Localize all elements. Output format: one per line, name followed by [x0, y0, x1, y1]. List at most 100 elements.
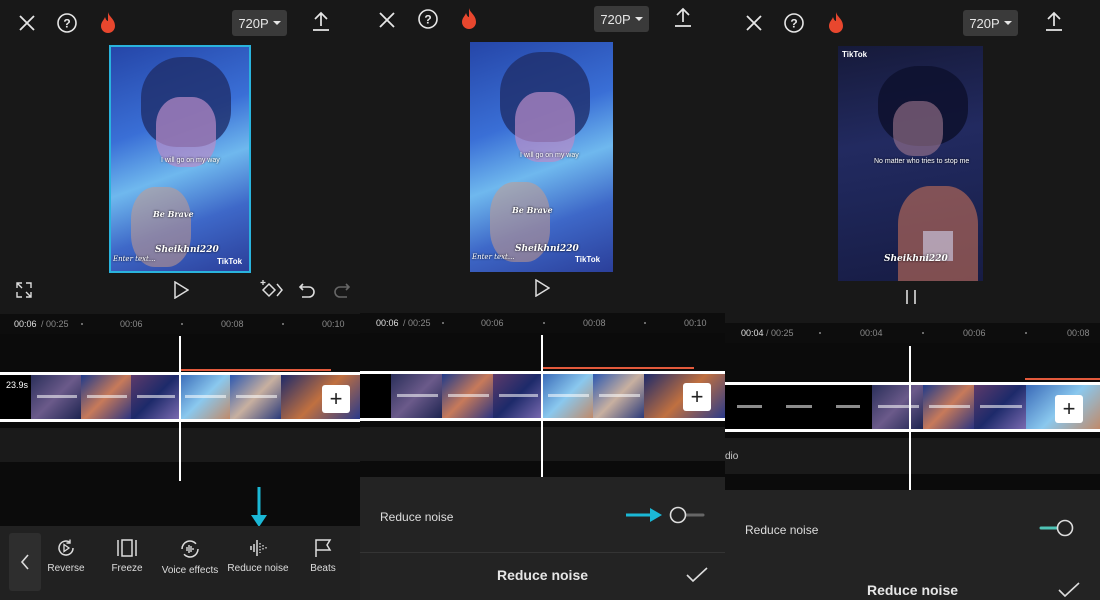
- timeline-tracks[interactable]: 23.9s +: [0, 334, 360, 526]
- playhead[interactable]: [179, 336, 181, 481]
- clip-thumbnail: [593, 374, 644, 418]
- arrow-right-icon: [625, 507, 665, 523]
- timeline-ruler[interactable]: 00:06 / 00:25 00:06 00:08 00:10: [360, 313, 725, 333]
- flame-icon[interactable]: [97, 10, 119, 36]
- video-clip-strip[interactable]: [725, 382, 1100, 432]
- close-icon[interactable]: [16, 12, 38, 34]
- export-icon[interactable]: [1043, 10, 1065, 32]
- tool-label: Reverse: [47, 563, 85, 574]
- redo-icon[interactable]: [331, 279, 353, 301]
- ruler-dot: [819, 332, 821, 334]
- current-time: 00:06: [14, 319, 37, 329]
- flame-icon[interactable]: [825, 10, 847, 36]
- tool-reduce-noise[interactable]: Reduce noise: [223, 538, 293, 574]
- ruler-tick: 00:04: [860, 328, 883, 338]
- close-icon[interactable]: [376, 9, 398, 31]
- tool-beats[interactable]: Beats: [288, 538, 358, 574]
- help-icon[interactable]: ?: [417, 8, 439, 30]
- tool-voice-effects[interactable]: Voice effects: [155, 538, 225, 576]
- tool-freeze[interactable]: Freeze: [92, 538, 162, 574]
- reduce-noise-toggle[interactable]: [1038, 518, 1076, 543]
- clip-thumbnail: [493, 374, 542, 418]
- clip-thumbnail: [542, 374, 593, 418]
- clip-thumbnail: [725, 385, 774, 429]
- flame-icon[interactable]: [458, 6, 480, 32]
- export-icon[interactable]: [672, 6, 694, 28]
- fullscreen-icon[interactable]: [14, 280, 34, 300]
- pause-icon[interactable]: [900, 287, 922, 307]
- keyframe-icon[interactable]: [259, 278, 283, 300]
- preview-caption-2: Be Brave: [153, 209, 194, 219]
- ruler-dot: [644, 322, 646, 324]
- video-preview[interactable]: TikTok No matter who tries to stop me Sh…: [838, 46, 983, 281]
- confirm-check-icon[interactable]: [1057, 580, 1081, 600]
- clip-thumbnail: [81, 375, 131, 419]
- tool-label: Freeze: [111, 563, 143, 574]
- clip-thumbnail: [442, 374, 493, 418]
- current-time: 00:06: [376, 318, 399, 328]
- resolution-label: 720P: [969, 15, 1000, 31]
- clip-thumbnail: [131, 375, 179, 419]
- playhead[interactable]: [541, 335, 543, 477]
- audio-track-lane[interactable]: dio: [725, 438, 1100, 474]
- clip-thumbnail: [824, 385, 872, 429]
- ruler-dot: [543, 322, 545, 324]
- enter-text-placeholder[interactable]: Enter text...: [472, 253, 515, 261]
- chevron-down-icon: [634, 17, 643, 21]
- ruler-dot: [282, 323, 284, 325]
- reduce-noise-option-label: Reduce noise: [380, 510, 454, 524]
- timeline-ruler[interactable]: 00:06 / 00:25 00:06 00:08 00:10: [0, 314, 360, 334]
- chevron-down-icon: [272, 21, 281, 25]
- reduce-noise-sheet: Reduce noise Reduce noise: [725, 490, 1100, 600]
- timeline-ruler[interactable]: 00:04 / 00:25 00:04 00:06 00:08: [725, 323, 1100, 343]
- audio-track-label: dio: [725, 451, 739, 462]
- total-time: / 00:25: [41, 319, 69, 329]
- svg-text:?: ?: [63, 17, 70, 31]
- total-time: / 00:25: [403, 318, 431, 328]
- confirm-check-icon[interactable]: [685, 565, 709, 585]
- enter-text-placeholder[interactable]: Enter text...: [113, 255, 156, 263]
- clip-thumbnail: [179, 375, 230, 419]
- add-clip-button[interactable]: +: [322, 385, 350, 413]
- resolution-dropdown[interactable]: 720P: [232, 10, 287, 36]
- tiktok-logo: TikTok: [842, 50, 868, 59]
- export-icon[interactable]: [310, 10, 332, 32]
- ruler-tick: 00:10: [684, 318, 707, 328]
- tool-reverse[interactable]: Reverse: [31, 538, 101, 574]
- chevron-down-icon: [1003, 21, 1012, 25]
- beats-icon: [315, 539, 332, 557]
- video-preview[interactable]: I will go on my way Be Brave Sheikhni220…: [470, 42, 613, 272]
- chevron-left-icon: [20, 554, 29, 570]
- help-icon[interactable]: ?: [783, 12, 805, 34]
- audio-marker-line: [543, 367, 694, 369]
- tool-label: Voice effects: [161, 565, 219, 576]
- undo-icon[interactable]: [296, 279, 318, 301]
- play-icon[interactable]: [170, 279, 192, 301]
- play-icon[interactable]: [531, 277, 553, 299]
- svg-text:?: ?: [424, 13, 431, 27]
- editor-panel-3: ? 720P TikTok No matter who tries to sto…: [725, 0, 1100, 600]
- add-clip-button[interactable]: +: [1055, 395, 1083, 423]
- clip-thumbnail: [230, 375, 281, 419]
- help-icon[interactable]: ?: [56, 12, 78, 34]
- clip-thumbnail: [31, 375, 81, 419]
- timeline-tracks[interactable]: + dio: [725, 343, 1100, 490]
- add-clip-button[interactable]: +: [683, 383, 711, 411]
- audio-marker-line: [181, 369, 331, 371]
- ruler-tick: 00:06: [963, 328, 986, 338]
- sheet-divider: [360, 552, 725, 553]
- preview-watermark: Sheikhni220: [515, 244, 579, 254]
- playhead[interactable]: [909, 346, 911, 490]
- close-icon[interactable]: [743, 12, 765, 34]
- resolution-dropdown[interactable]: 720P: [963, 10, 1018, 36]
- ruler-dot: [442, 322, 444, 324]
- reduce-noise-toggle[interactable]: [667, 505, 705, 530]
- ruler-tick: 00:08: [221, 319, 244, 329]
- timeline-tracks[interactable]: +: [360, 333, 725, 477]
- video-preview[interactable]: I will go on my way Be Brave Sheikhni220…: [109, 45, 251, 273]
- resolution-dropdown[interactable]: 720P: [594, 6, 649, 32]
- clip-duration-badge: 23.9s: [3, 379, 32, 391]
- reduce-noise-icon: [250, 540, 267, 556]
- ruler-tick: 00:08: [1067, 328, 1090, 338]
- ruler-dot: [81, 323, 83, 325]
